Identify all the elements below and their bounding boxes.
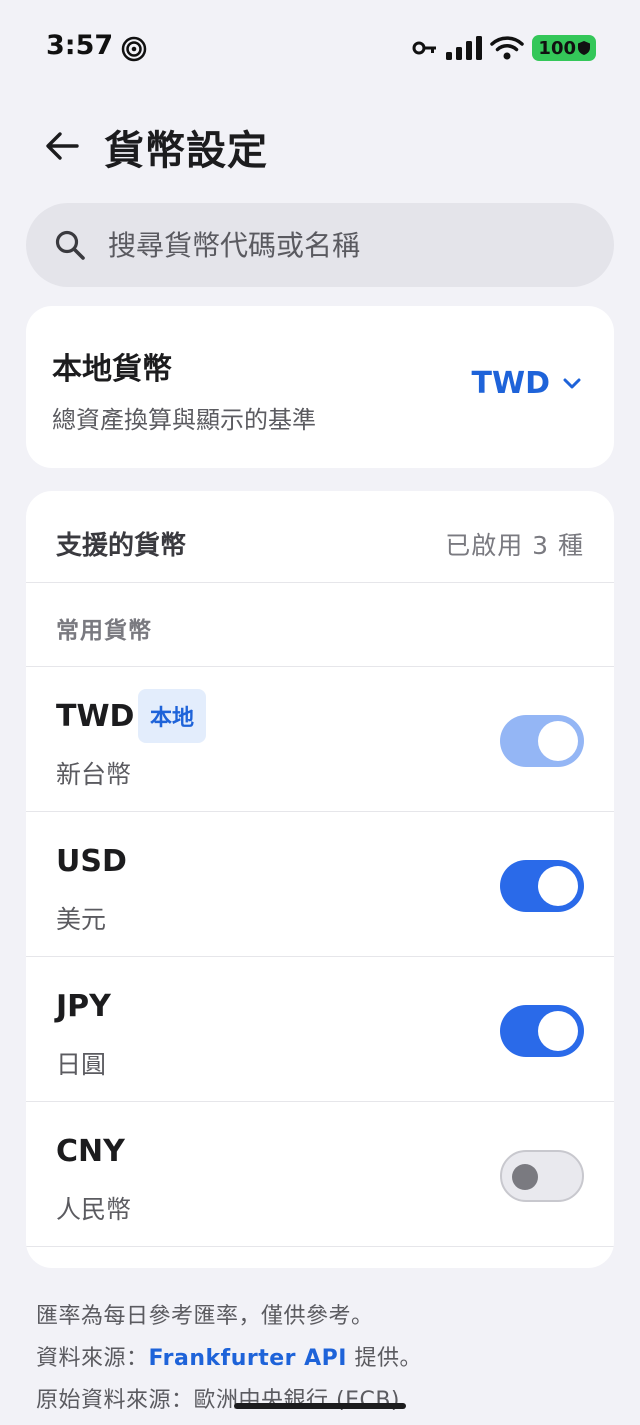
local-badge: 本地 — [138, 689, 207, 743]
section-label-common: 常用貨幣 — [26, 583, 614, 667]
frankfurter-link[interactable]: Frankfurter API — [149, 1346, 347, 1371]
header: 貨幣設定 — [0, 110, 640, 182]
toggle-knob — [512, 1164, 538, 1190]
currency-row-twd: TWD 本地 新台幣 — [26, 667, 614, 812]
local-currency-value: TWD — [471, 366, 550, 401]
toggle-knob — [538, 866, 578, 906]
key-icon — [412, 41, 437, 55]
page-title: 貨幣設定 — [104, 128, 268, 174]
spiral-icon — [121, 36, 147, 62]
supported-currencies-card: 支援的貨幣 已啟用 3 種 常用貨幣 TWD 本地 新台幣 USD 美元 JPY… — [26, 491, 614, 1268]
signal-icon — [446, 36, 483, 60]
toggle-jpy[interactable] — [500, 1005, 584, 1057]
toggle-twd[interactable] — [500, 715, 584, 767]
local-currency-title: 本地貨幣 — [52, 352, 172, 387]
supported-header: 支援的貨幣 已啟用 3 種 — [26, 491, 614, 583]
arrow-left-icon — [46, 132, 79, 160]
currency-name: 新台幣 — [56, 760, 132, 789]
footer-source-suffix: 提供。 — [347, 1346, 422, 1371]
footer-disclaimer: 匯率為每日參考匯率，僅供參考。 — [36, 1304, 374, 1329]
supported-title: 支援的貨幣 — [56, 531, 187, 561]
currency-name: 美元 — [56, 905, 107, 934]
currency-code: CNY — [56, 1134, 125, 1169]
back-button[interactable] — [38, 124, 86, 168]
currency-row-cny: CNY 人民幣 — [26, 1102, 614, 1247]
footer-source: 資料來源：Frankfurter API 提供。 — [36, 1338, 616, 1380]
toggle-usd[interactable] — [500, 860, 584, 912]
home-indicator[interactable] — [234, 1403, 406, 1409]
search-bar[interactable] — [26, 203, 614, 287]
local-currency-subtitle: 總資產換算與顯示的基準 — [52, 406, 316, 434]
currency-row-usd: USD 美元 — [26, 812, 614, 957]
toggle-cny[interactable] — [500, 1150, 584, 1202]
shield-icon — [578, 41, 590, 55]
currency-code: JPY — [56, 989, 111, 1024]
toggle-knob — [538, 721, 578, 761]
currency-name: 人民幣 — [56, 1195, 132, 1224]
currency-code: TWD — [56, 699, 135, 734]
toggle-knob — [538, 1011, 578, 1051]
battery-level: 100 — [538, 37, 576, 59]
search-input[interactable] — [108, 228, 548, 262]
footer-source-prefix: 資料來源： — [36, 1346, 149, 1371]
chevron-down-icon — [563, 378, 581, 388]
status-bar: 3:57 100 — [0, 0, 640, 96]
search-icon — [55, 230, 85, 260]
currency-row-jpy: JPY 日圓 — [26, 957, 614, 1102]
wifi-icon — [490, 36, 525, 60]
enabled-count: 已啟用 3 種 — [445, 531, 584, 560]
currency-name: 日圓 — [56, 1050, 107, 1079]
battery-icon: 100 — [532, 35, 596, 61]
status-icons: 100 — [412, 32, 596, 64]
status-time: 3:57 — [46, 30, 114, 61]
currency-code: USD — [56, 844, 127, 879]
footer-original-source: 原始資料來源：歐洲中央銀行 (ECB) — [36, 1388, 401, 1413]
local-currency-card: 本地貨幣 總資產換算與顯示的基準 TWD — [26, 306, 614, 468]
local-currency-selector[interactable]: TWD — [472, 366, 582, 401]
